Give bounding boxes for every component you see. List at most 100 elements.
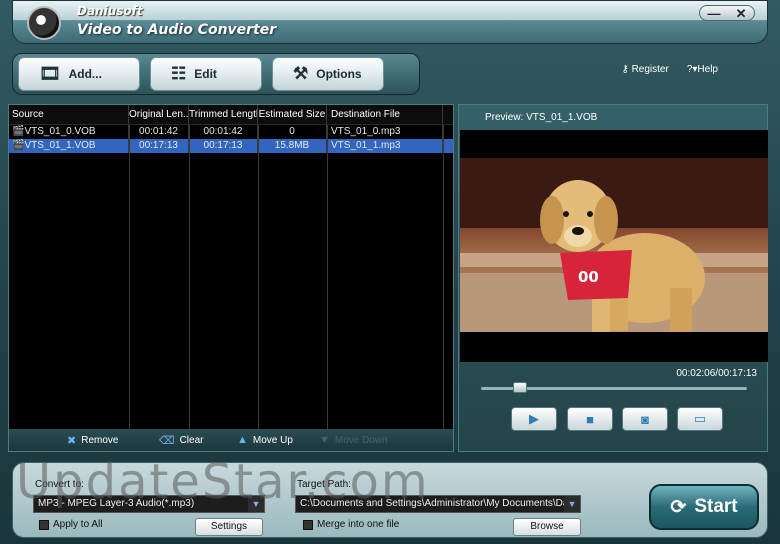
row-original-length: 00:17:13: [129, 139, 189, 153]
target-path-value: C:\Documents and Settings\Administrator\…: [300, 498, 581, 509]
brand-name: Daniusoft: [77, 4, 143, 18]
title-bar: Daniusoft Video to Audio Converter — ✕: [12, 0, 768, 44]
column-header-estimated-size[interactable]: Estimated Size: [258, 105, 327, 124]
jersey-number: 00: [578, 268, 599, 286]
arrow-up-icon: ▲: [237, 434, 248, 446]
column-divider: [327, 125, 328, 429]
target-path-select[interactable]: C:\Documents and Settings\Administrator\…: [295, 495, 581, 513]
options-button[interactable]: ⚒ Options: [272, 57, 384, 91]
apply-to-all-label: Apply to All: [53, 519, 103, 530]
folder-icon: ▭: [693, 411, 707, 426]
clear-button[interactable]: ⌫ Clear: [159, 434, 203, 447]
preview-label: Preview: VTS_01_1.VOB: [485, 112, 598, 123]
row-source-text: VTS_01_0.VOB: [24, 126, 96, 137]
column-header-trimmed-length[interactable]: Trimmed Length: [189, 105, 258, 124]
column-divider: [258, 125, 259, 429]
merge-checkbox[interactable]: Merge into one file: [303, 519, 399, 530]
checkbox-box: [303, 519, 313, 530]
edit-button[interactable]: ☷ Edit: [150, 57, 262, 91]
snapshot-button[interactable]: ◙: [622, 407, 668, 431]
file-list-panel: Source Original Len... Trimmed Length Es…: [8, 104, 454, 452]
main-toolbar: 🎞 Add... ☷ Edit ⚒ Options: [12, 53, 420, 95]
arrow-down-icon: ▼: [319, 434, 330, 446]
clear-icon: ⌫: [159, 434, 175, 447]
column-divider: [189, 125, 190, 429]
tools-icon: ⚒: [293, 64, 309, 83]
stop-icon: ■: [586, 411, 594, 427]
target-path-label: Target Path:: [297, 479, 351, 490]
row-trimmed-length: 00:17:13: [189, 139, 258, 153]
add-button[interactable]: 🎞 Add...: [18, 57, 140, 91]
format-select-value: MP3 - MPEG Layer-3 Audio(*.mp3): [38, 498, 195, 509]
preview-frame: 00: [460, 158, 768, 332]
row-trimmed-length: 00:01:42: [189, 125, 258, 139]
row-estimated-size: 15.8MB: [258, 139, 327, 153]
key-icon: ⚷: [621, 64, 629, 75]
preview-panel: Preview: VTS_01_1.VOB 00 00:02:06/00:17:…: [458, 104, 768, 452]
move-down-button[interactable]: ▼ Move Down: [319, 434, 388, 446]
row-destination: VTS_01_1.mp3: [327, 139, 443, 153]
app-logo-icon: [27, 6, 61, 40]
column-header-source[interactable]: Source: [9, 105, 129, 124]
column-divider: [443, 125, 444, 429]
add-button-label: Add...: [68, 67, 102, 81]
clear-label: Clear: [179, 434, 204, 446]
app-title: Video to Audio Converter: [77, 22, 277, 38]
remove-button[interactable]: ✖ Remove: [67, 434, 118, 447]
register-link[interactable]: ⚷ Register: [621, 64, 668, 75]
browse-button[interactable]: Browse: [513, 518, 581, 536]
help-label: Help: [697, 64, 718, 75]
play-button[interactable]: ▶: [511, 407, 557, 431]
row-source: 🎬VTS_01_1.VOB: [9, 139, 129, 153]
camera-icon: ◙: [641, 411, 649, 427]
output-panel: Convert to: MP3 - MPEG Layer-3 Audio(*.m…: [12, 462, 768, 538]
row-source: 🎬VTS_01_0.VOB: [9, 125, 129, 139]
column-divider: [129, 125, 130, 429]
row-destination: VTS_01_0.mp3: [327, 125, 443, 139]
open-folder-button[interactable]: ▭: [677, 407, 723, 431]
column-header-destination-file[interactable]: Destination File: [327, 105, 443, 124]
register-label: Register: [631, 64, 669, 75]
row-source-text: VTS_01_1.VOB: [24, 140, 96, 151]
close-button[interactable]: ✕: [736, 7, 747, 20]
checkbox-box: [39, 519, 49, 530]
file-list-header: Source Original Len... Trimmed Length Es…: [9, 105, 453, 125]
help-icon: ?▾: [686, 64, 698, 75]
options-button-label: Options: [316, 67, 362, 81]
time-display: 00:02:06/00:17:13: [676, 368, 757, 379]
play-icon: ▶: [529, 411, 539, 426]
chevron-down-icon: ▼: [564, 496, 580, 512]
table-row-selected[interactable]: 🎬VTS_01_1.VOB 00:17:13 00:17:13 15.8MB V…: [9, 139, 453, 153]
help-link[interactable]: ?▾Help: [687, 64, 718, 75]
row-original-length: 00:01:42: [129, 125, 189, 139]
table-row[interactable]: 🎬VTS_01_0.VOB 00:01:42 00:01:42 0 VTS_01…: [9, 125, 453, 139]
row-estimated-size: 0: [258, 125, 327, 139]
stop-button[interactable]: ■: [567, 407, 613, 431]
video-preview: 00: [460, 130, 768, 362]
move-up-label: Move Up: [252, 434, 293, 446]
move-up-button[interactable]: ▲ Move Up: [237, 434, 293, 446]
start-button[interactable]: ⟳ Start: [649, 484, 759, 530]
window-controls: — ✕: [699, 5, 755, 21]
merge-label: Merge into one file: [317, 519, 400, 530]
seek-handle[interactable]: [513, 382, 527, 393]
minimize-button[interactable]: —: [708, 7, 721, 20]
app-window: Daniusoft Video to Audio Converter — ✕ 🎞…: [0, 0, 780, 544]
convert-refresh-icon: ⟳: [670, 496, 687, 518]
apply-to-all-checkbox[interactable]: Apply to All: [39, 519, 102, 530]
film-add-icon: 🎞: [39, 64, 61, 83]
video-file-icon: 🎬: [12, 126, 25, 137]
chevron-down-icon: ▼: [248, 496, 264, 512]
start-label: Start: [694, 496, 738, 517]
top-links: ⚷ Register ?▾Help: [621, 64, 718, 75]
puppy-image: 00: [460, 158, 768, 332]
convert-to-label: Convert to:: [35, 479, 84, 490]
remove-icon: ✖: [67, 434, 77, 447]
list-edit-icon: ☷: [171, 64, 187, 83]
move-down-label: Move Down: [334, 434, 388, 446]
format-select[interactable]: MP3 - MPEG Layer-3 Audio(*.mp3) ▼: [33, 495, 265, 513]
settings-button[interactable]: Settings: [195, 518, 263, 536]
column-header-original-length[interactable]: Original Len...: [129, 105, 189, 124]
video-file-icon: 🎬: [12, 140, 25, 151]
remove-label: Remove: [81, 434, 119, 446]
